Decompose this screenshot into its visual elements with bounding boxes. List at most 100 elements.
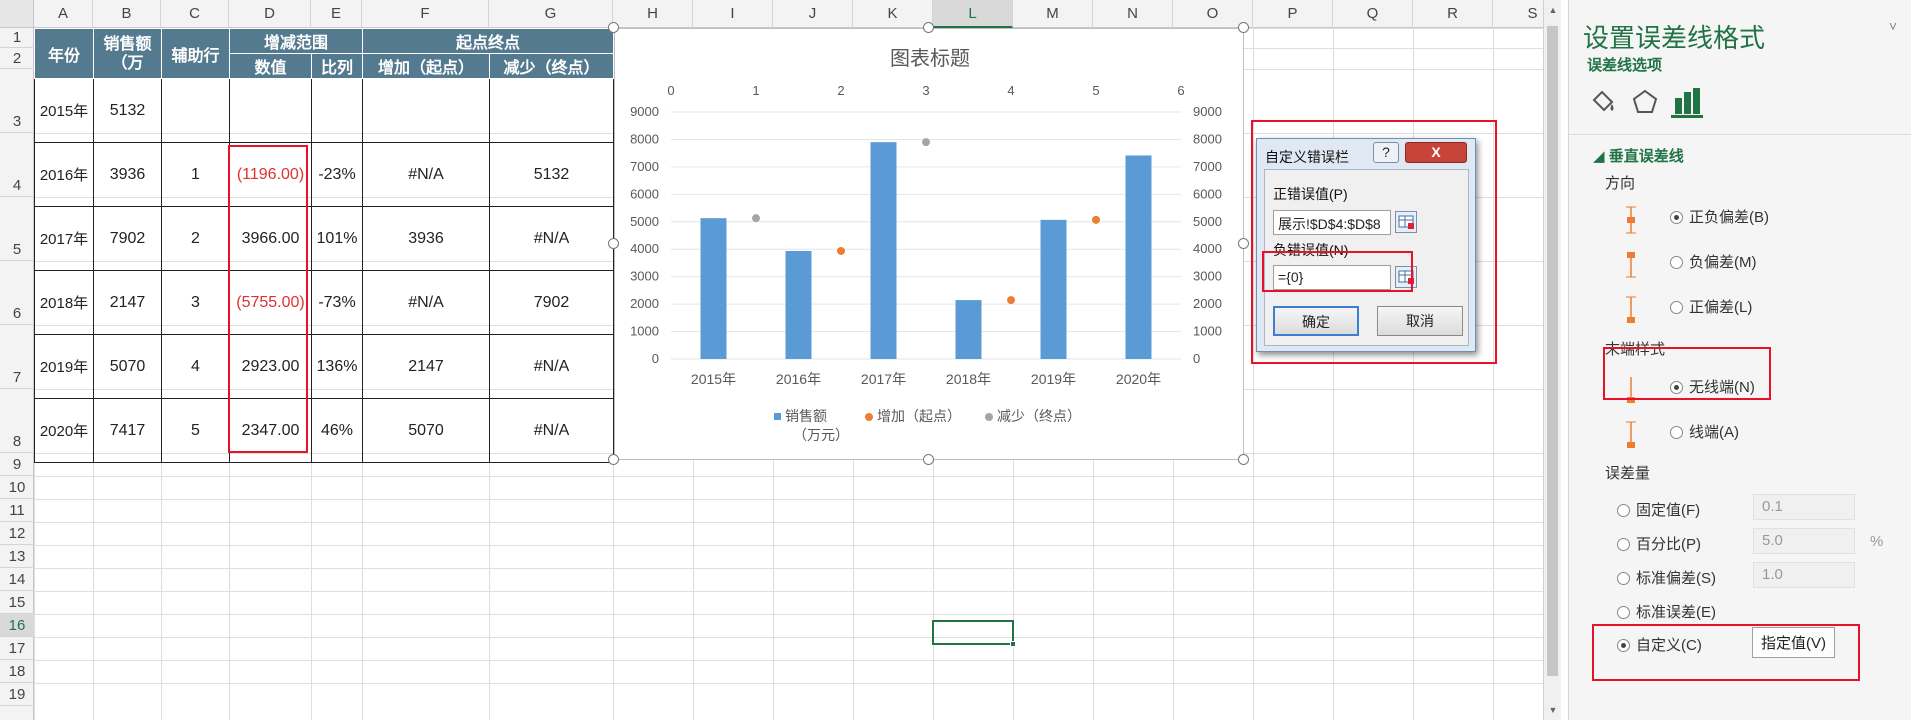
cell-aux[interactable]: 1 <box>161 142 230 207</box>
cell-sales[interactable]: 5070 <box>93 334 162 399</box>
negative-error-field[interactable]: ={0} <box>1273 265 1391 290</box>
cell-year[interactable]: 2018年 <box>34 270 94 335</box>
stddev-radio[interactable]: 标准偏差(S) <box>1617 567 1716 588</box>
cell-sales[interactable]: 3936 <box>93 142 162 207</box>
column-header-G[interactable]: G <box>489 0 613 28</box>
column-header-L[interactable]: L <box>933 0 1013 28</box>
error-bar-options-icon[interactable] <box>1671 86 1703 118</box>
row-header-11[interactable]: 11 <box>0 499 34 522</box>
spreadsheet[interactable]: ABCDEFGHIJKLMNOPQRS 1 2 3 4 5 6 7 8 9 10 11 12 13 14 1… <box>0 0 1543 720</box>
cell-ratio[interactable]: -23% <box>311 142 363 207</box>
scroll-down-icon[interactable]: ▼ <box>1544 700 1562 720</box>
row-header-4[interactable]: 4 <box>0 133 34 197</box>
cell-inc[interactable]: 5070 <box>362 398 490 463</box>
column-header-P[interactable]: P <box>1253 0 1333 28</box>
stderr-radio[interactable]: 标准误差(E) <box>1617 601 1716 622</box>
row-header-16[interactable]: 16 <box>0 614 34 637</box>
close-button[interactable]: X <box>1405 142 1467 163</box>
chart[interactable]: 图表标题 0 0 1000 1000 2000 2000 3000 3000 4000 4000 50… <box>614 28 1244 460</box>
resize-handle[interactable] <box>608 454 619 465</box>
row-header-13[interactable]: 13 <box>0 545 34 568</box>
row-header-9[interactable]: 9 <box>0 453 34 476</box>
cell-sales[interactable]: 5132 <box>93 78 162 143</box>
cell-aux[interactable]: 2 <box>161 206 230 271</box>
column-header-J[interactable]: J <box>773 0 853 28</box>
cell-aux[interactable] <box>161 78 230 143</box>
resize-handle[interactable] <box>1238 238 1249 249</box>
column-header-S[interactable]: S <box>1493 0 1543 28</box>
cell-year[interactable]: 2020年 <box>34 398 94 463</box>
positive-error-field[interactable]: 展示!$D$4:$D$8 <box>1273 210 1391 235</box>
cell-dec[interactable]: 5132 <box>489 142 614 207</box>
header-inc[interactable]: 增加（起点） <box>362 53 490 79</box>
stddev-input[interactable]: 1.0 <box>1753 562 1855 588</box>
cell-ratio[interactable]: 136% <box>311 334 363 399</box>
row-header-10[interactable]: 10 <box>0 476 34 499</box>
cell-value[interactable]: 2347.00 <box>229 398 312 463</box>
column-header-I[interactable]: I <box>693 0 773 28</box>
scrollbar-thumb[interactable] <box>1547 26 1558 676</box>
cell-dec[interactable]: #N/A <box>489 334 614 399</box>
cell-inc[interactable] <box>362 78 490 143</box>
row-header-8[interactable]: 8 <box>0 389 34 453</box>
help-button[interactable]: ? <box>1373 142 1399 163</box>
cell-aux[interactable]: 4 <box>161 334 230 399</box>
custom-radio[interactable]: 自定义(C) <box>1617 634 1702 655</box>
direction-plus-radio[interactable]: 正偏差(L) <box>1670 296 1752 317</box>
column-header-E[interactable]: E <box>311 0 362 28</box>
scroll-up-icon[interactable]: ▲ <box>1544 0 1562 20</box>
resize-handle[interactable] <box>1238 22 1249 33</box>
cell-year[interactable]: 2015年 <box>34 78 94 143</box>
cell-sales[interactable]: 7417 <box>93 398 162 463</box>
column-header-N[interactable]: N <box>1093 0 1173 28</box>
pane-subtitle[interactable]: 误差线选项 <box>1587 54 1662 75</box>
header-sales[interactable]: 销售额（万 <box>93 28 162 79</box>
header-startend[interactable]: 起点终点 <box>362 28 614 54</box>
row-header-12[interactable]: 12 <box>0 522 34 545</box>
row-header-19[interactable]: 19 <box>0 683 34 706</box>
select-all-corner[interactable] <box>0 0 34 28</box>
pane-menu-icon[interactable]: ˅ <box>1889 18 1897 34</box>
collapse-icon[interactable]: ◢ <box>1593 148 1609 165</box>
cell-year[interactable]: 2016年 <box>34 142 94 207</box>
row-header-17[interactable]: 17 <box>0 637 34 660</box>
cell-sales[interactable]: 7902 <box>93 206 162 271</box>
custom-error-bar-dialog[interactable]: 自定义错误栏 ? X 正错误值(P) 展示!$D$4:$D$8 负错误值(N) … <box>1256 138 1476 352</box>
cell-aux[interactable]: 5 <box>161 398 230 463</box>
header-range[interactable]: 增减范围 <box>229 28 363 54</box>
cell-value[interactable]: (5755.00) <box>229 270 312 335</box>
resize-handle[interactable] <box>608 22 619 33</box>
cell-dec[interactable]: #N/A <box>489 398 614 463</box>
cell-dec[interactable]: 7902 <box>489 270 614 335</box>
row-header-14[interactable]: 14 <box>0 568 34 591</box>
fixed-value-input[interactable]: 0.1 <box>1753 494 1855 520</box>
row-header-5[interactable]: 5 <box>0 197 34 261</box>
column-header-R[interactable]: R <box>1413 0 1493 28</box>
resize-handle[interactable] <box>923 22 934 33</box>
fill-handle[interactable] <box>1010 641 1016 647</box>
row-header-7[interactable]: 7 <box>0 325 34 389</box>
column-header-M[interactable]: M <box>1013 0 1093 28</box>
cell-ratio[interactable]: -73% <box>311 270 363 335</box>
vertical-scrollbar[interactable]: ▲ ▼ <box>1543 0 1561 720</box>
cell-year[interactable]: 2017年 <box>34 206 94 271</box>
fill-line-icon[interactable] <box>1587 86 1619 118</box>
percent-input[interactable]: 5.0 <box>1753 528 1855 554</box>
cell-inc[interactable]: #N/A <box>362 270 490 335</box>
column-header-F[interactable]: F <box>362 0 489 28</box>
cell-inc[interactable]: #N/A <box>362 142 490 207</box>
column-header-C[interactable]: C <box>161 0 229 28</box>
row-header-2[interactable]: 2 <box>0 48 34 69</box>
column-header-Q[interactable]: Q <box>1333 0 1413 28</box>
column-header-K[interactable]: K <box>853 0 933 28</box>
range-select-icon[interactable] <box>1395 211 1417 233</box>
endstyle-cap-radio[interactable]: 线端(A) <box>1670 421 1739 442</box>
vertical-error-bar-section[interactable]: ◢ 垂直误差线 <box>1593 145 1684 166</box>
column-header-B[interactable]: B <box>93 0 161 28</box>
cell-value[interactable]: 2923.00 <box>229 334 312 399</box>
cell-value[interactable] <box>229 78 312 143</box>
specify-value-button[interactable]: 指定值(V) <box>1752 627 1835 658</box>
column-header-D[interactable]: D <box>229 0 311 28</box>
cell-ratio[interactable]: 46% <box>311 398 363 463</box>
header-year[interactable]: 年份 <box>34 28 94 79</box>
